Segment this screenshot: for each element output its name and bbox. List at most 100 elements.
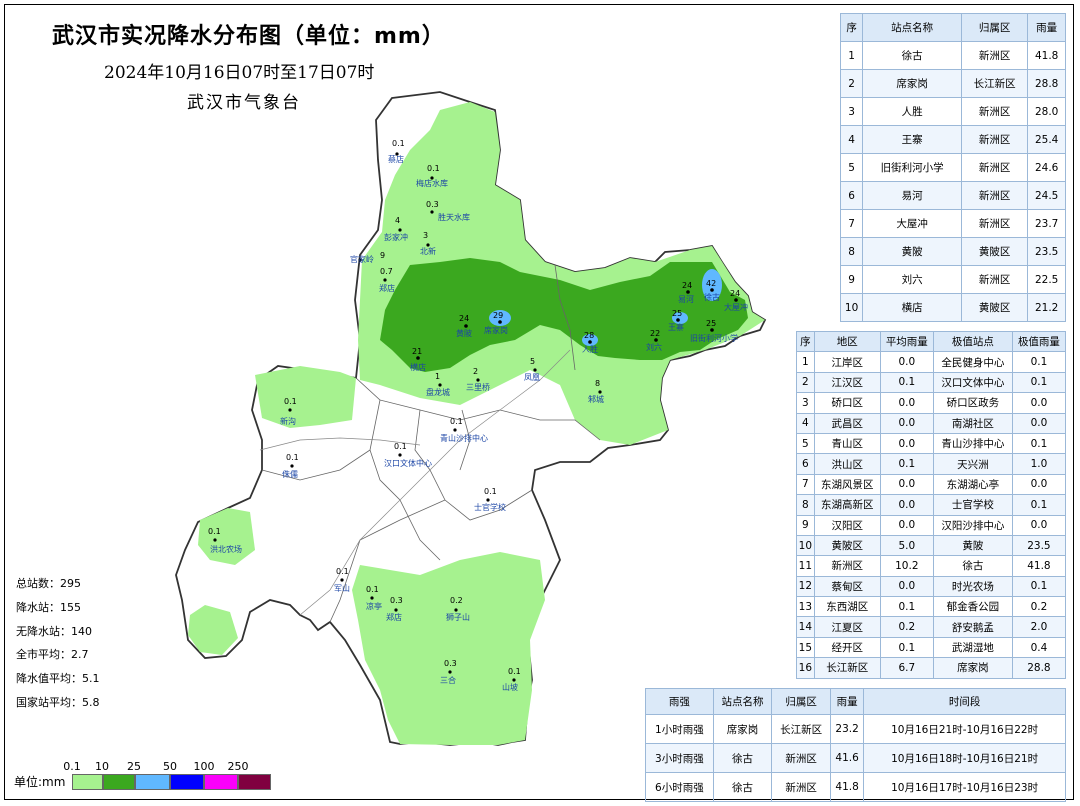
stat-national-average: 国家站平均：5.8 bbox=[16, 695, 100, 709]
table-row: 5 旧街利河小学 新洲区 24.6 bbox=[839, 153, 1066, 182]
svg-text:24: 24 bbox=[730, 289, 740, 298]
table-cell: 徐古 bbox=[712, 743, 773, 773]
table-cell: 汉阳区 bbox=[813, 514, 881, 536]
table-cell: 16 bbox=[796, 657, 815, 679]
svg-text:三里桥: 三里桥 bbox=[466, 382, 490, 392]
svg-text:徐古: 徐古 bbox=[704, 292, 720, 302]
table-cell: 7 bbox=[839, 209, 864, 238]
table-cell: 武湖湿地 bbox=[932, 636, 1013, 659]
table-cell: 0.1 bbox=[1011, 351, 1067, 373]
table-row: 2 江汉区 0.1 汉口文体中心 0.1 bbox=[796, 371, 1067, 394]
svg-text:蔡店: 蔡店 bbox=[388, 154, 404, 164]
table-cell: 8 bbox=[839, 237, 864, 266]
legend-tick: 10 bbox=[95, 760, 109, 773]
table-cell: 10月16日21时-10月16日22时 bbox=[863, 714, 1066, 744]
table-cell: 0.2 bbox=[1011, 596, 1067, 618]
table-header-row: 序站点名称 归属区 雨量 bbox=[839, 13, 1066, 42]
column-header: 雨强 bbox=[645, 688, 714, 715]
table-cell: 0.2 bbox=[879, 616, 934, 638]
table-cell: 6小时雨强 bbox=[645, 772, 714, 802]
svg-text:胜天水库: 胜天水库 bbox=[438, 212, 470, 222]
table-cell: 长江新区 bbox=[771, 714, 831, 744]
table-cell: 41.8 bbox=[1027, 41, 1066, 70]
table-cell: 12 bbox=[796, 575, 815, 598]
rain-intensity-table: 雨强 站点名称 归属区 雨量 时间段 1小时雨强 席家岗 长江新区 23.2 10月16日21时… bbox=[645, 688, 1066, 802]
column-header: 平均雨量 bbox=[879, 330, 934, 353]
svg-text:0.1: 0.1 bbox=[484, 487, 497, 496]
svg-text:0.1: 0.1 bbox=[450, 417, 463, 426]
table-cell: 0.1 bbox=[879, 636, 934, 659]
table-cell: 9 bbox=[796, 514, 815, 536]
table-cell: 1 bbox=[796, 351, 815, 373]
table-cell: 25.4 bbox=[1027, 125, 1066, 154]
table-cell: 青山沙排中心 bbox=[932, 432, 1013, 455]
light-rain-area-west bbox=[255, 366, 356, 428]
table-cell: 10月16日18时-10月16日21时 bbox=[863, 743, 1066, 773]
svg-text:4: 4 bbox=[395, 216, 400, 225]
column-header: 地区 bbox=[813, 330, 881, 353]
table-row: 1 江岸区 0.0 全民健身中心 0.1 bbox=[796, 351, 1067, 373]
svg-text:5: 5 bbox=[530, 357, 535, 366]
table-cell: 东湖风景区 bbox=[813, 473, 881, 496]
table-cell: 41.6 bbox=[829, 743, 865, 773]
table-cell: 横店 bbox=[862, 293, 962, 322]
legend-swatch-4 bbox=[204, 774, 238, 790]
svg-text:彭家冲: 彭家冲 bbox=[384, 232, 408, 242]
table-cell: 15 bbox=[796, 636, 815, 659]
table-cell: 郁金香公园 bbox=[932, 596, 1013, 618]
table-cell: 0.1 bbox=[1011, 494, 1067, 516]
table-cell: 1.0 bbox=[1011, 453, 1067, 475]
table-row: 13 东西湖区 0.1 郁金香公园 0.2 bbox=[796, 596, 1067, 618]
table-row: 10 黄陂区 5.0 黄陂 23.5 bbox=[796, 534, 1067, 557]
table-row: 15 经开区 0.1 武湖湿地 0.4 bbox=[796, 636, 1067, 659]
table-row: 11 新洲区 10.2 徐古 41.8 bbox=[796, 555, 1067, 577]
svg-text:三合: 三合 bbox=[440, 675, 456, 685]
table-cell: 江岸区 bbox=[813, 351, 881, 373]
svg-text:青山沙排中心: 青山沙排中心 bbox=[440, 433, 488, 443]
svg-text:8: 8 bbox=[595, 379, 600, 388]
table-header-row: 雨强 站点名称 归属区 雨量 时间段 bbox=[645, 688, 1066, 715]
table-cell: 黄陂区 bbox=[960, 293, 1029, 322]
svg-text:0.3: 0.3 bbox=[444, 659, 457, 668]
svg-text:凉亭: 凉亭 bbox=[366, 601, 382, 611]
table-cell: 0.0 bbox=[1011, 412, 1067, 434]
table-cell: 7 bbox=[796, 473, 815, 496]
table-cell: 0.0 bbox=[879, 575, 934, 598]
column-header: 序 bbox=[839, 13, 864, 42]
table-cell: 41.8 bbox=[829, 772, 865, 802]
svg-text:汉口文体中心: 汉口文体中心 bbox=[384, 458, 432, 468]
table-cell: 新洲区 bbox=[771, 772, 831, 802]
stat-rain-average: 降水值平均：5.1 bbox=[16, 672, 100, 686]
table-cell: 徐古 bbox=[862, 41, 962, 70]
svg-text:新沟: 新沟 bbox=[280, 416, 296, 426]
table-cell: 东西湖区 bbox=[813, 596, 881, 618]
table-cell: 新洲区 bbox=[960, 209, 1029, 238]
svg-text:42: 42 bbox=[706, 279, 716, 288]
district-stats-table: 序地区 平均雨量 极值站点 极值雨量 1 江岸区 0.0 全民健身中心 0.1 2 江汉区 0.1 汉… bbox=[796, 330, 1067, 679]
table-cell: 东湖高新区 bbox=[813, 494, 881, 516]
table-cell: 武昌区 bbox=[813, 412, 881, 434]
table-row: 1 徐古 新洲区 41.8 bbox=[839, 41, 1066, 70]
map-agency: 武汉市气象台 bbox=[187, 93, 301, 113]
table-cell: 蔡甸区 bbox=[813, 575, 881, 598]
column-header: 极值站点 bbox=[932, 330, 1013, 353]
legend: 0.1 10 25 50 100 250 单位:mm bbox=[14, 760, 284, 796]
svg-text:邾城: 邾城 bbox=[588, 394, 604, 404]
table-cell: 大屋冲 bbox=[862, 209, 962, 238]
table-row: 12 蔡甸区 0.0 时光农场 0.1 bbox=[796, 575, 1067, 598]
table-cell: 汉口文体中心 bbox=[932, 371, 1013, 394]
column-header: 归属区 bbox=[960, 13, 1029, 42]
table-cell: 3 bbox=[796, 392, 815, 414]
svg-text:横店: 横店 bbox=[410, 362, 426, 372]
table-row: 1小时雨强 席家岗 长江新区 23.2 10月16日21时-10月16日22时 bbox=[645, 714, 1066, 744]
table-cell: 新洲区 bbox=[960, 125, 1029, 154]
table-cell: 5 bbox=[839, 153, 864, 182]
svg-text:28: 28 bbox=[584, 331, 594, 340]
table-cell: 新洲区 bbox=[960, 181, 1029, 210]
table-row: 4 武昌区 0.0 南湖社区 0.0 bbox=[796, 412, 1067, 434]
svg-text:0.1: 0.1 bbox=[427, 164, 440, 173]
stat-city-average: 全市平均：2.7 bbox=[16, 648, 89, 662]
table-cell: 24.5 bbox=[1027, 181, 1066, 210]
table-row: 7 大屋冲 新洲区 23.7 bbox=[839, 209, 1066, 238]
table-row: 8 东湖高新区 0.0 士官学校 0.1 bbox=[796, 494, 1067, 516]
